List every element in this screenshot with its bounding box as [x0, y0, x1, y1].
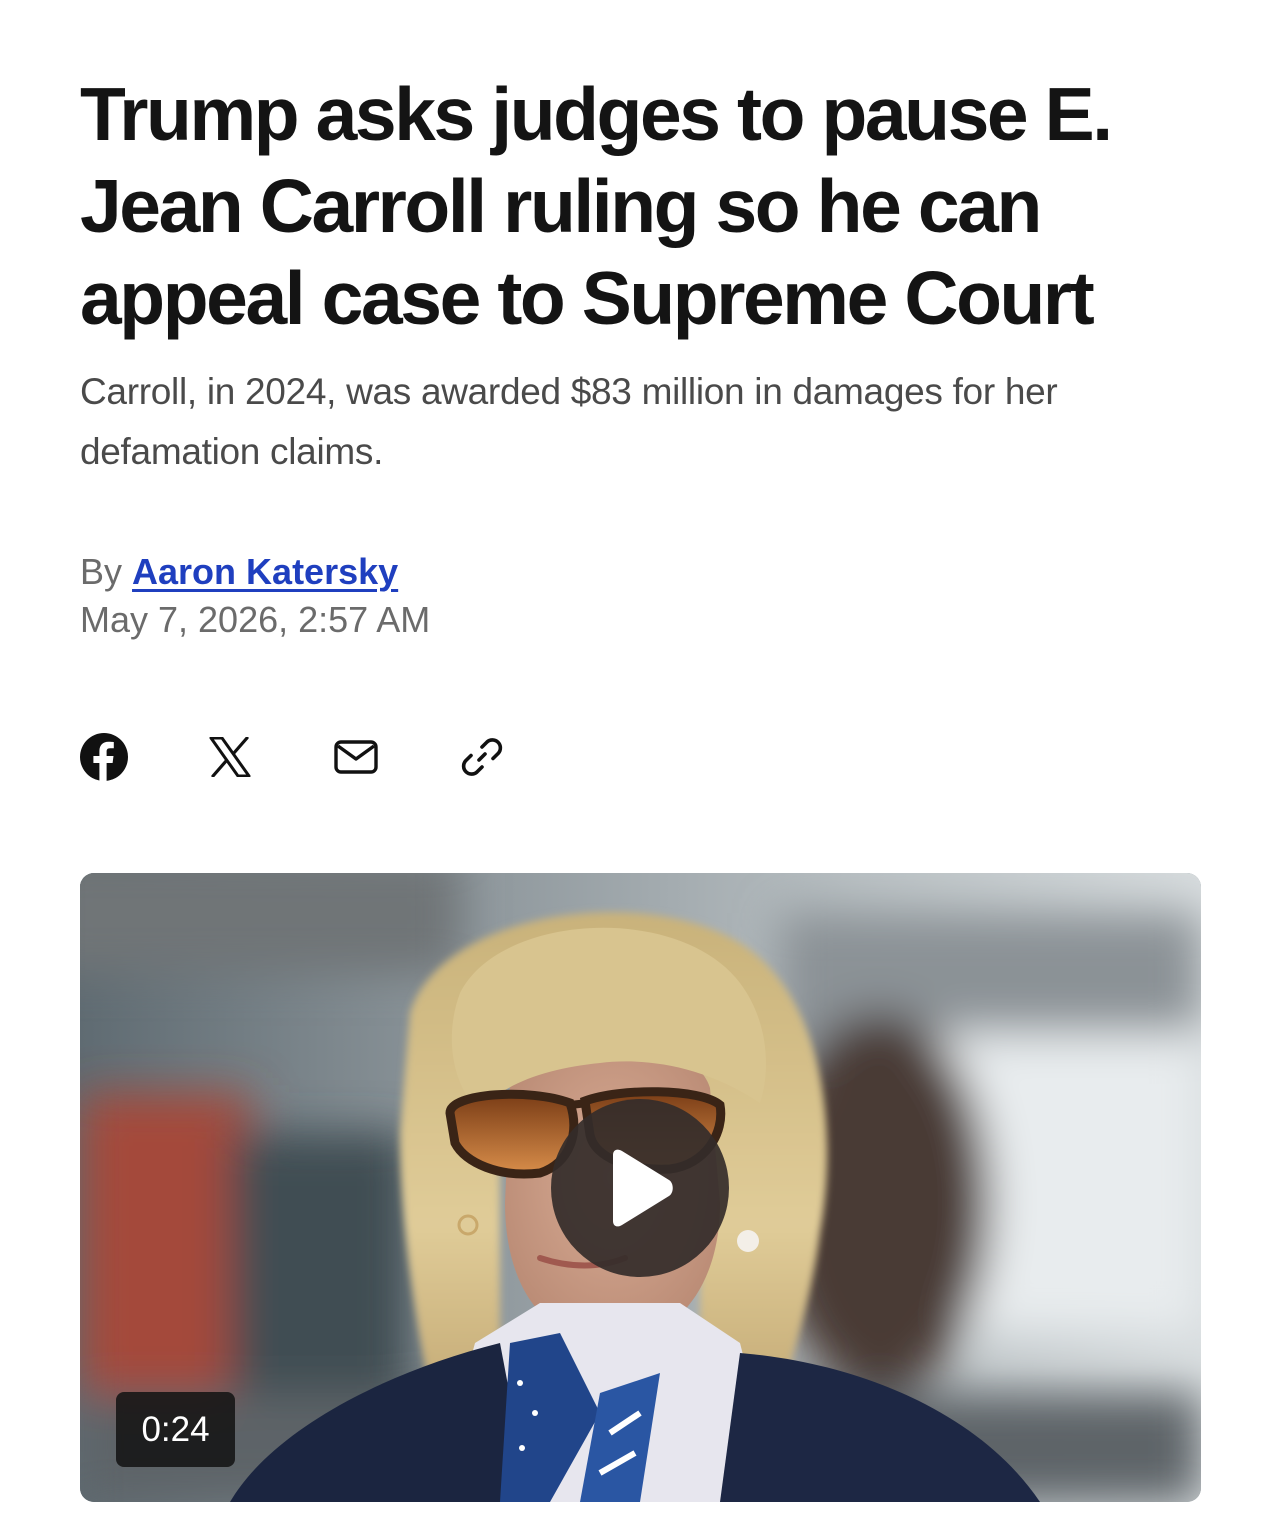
author-link[interactable]: Aaron Katersky [132, 551, 398, 592]
video-duration-badge: 0:24 [116, 1392, 235, 1467]
share-x-button[interactable] [203, 730, 257, 784]
subheadline: Carroll, in 2024, was awarded $83 millio… [80, 371, 1058, 472]
video-player[interactable]: 0:24 [80, 873, 1201, 1502]
byline-prefix: By [80, 551, 123, 592]
headline: Trump asks judges to pause E. Jean Carro… [80, 72, 1113, 340]
link-icon [461, 738, 503, 776]
facebook-icon [80, 733, 128, 781]
mail-icon [334, 740, 378, 774]
share-facebook-button[interactable] [77, 730, 131, 784]
x-icon [209, 737, 251, 777]
play-button[interactable] [551, 1099, 729, 1277]
publish-date: May 7, 2026, 2:57 AM [80, 599, 431, 640]
byline: By Aaron Katersky [80, 548, 398, 596]
copy-link-button[interactable] [455, 730, 509, 784]
play-icon [613, 1149, 673, 1227]
share-email-button[interactable] [329, 730, 383, 784]
